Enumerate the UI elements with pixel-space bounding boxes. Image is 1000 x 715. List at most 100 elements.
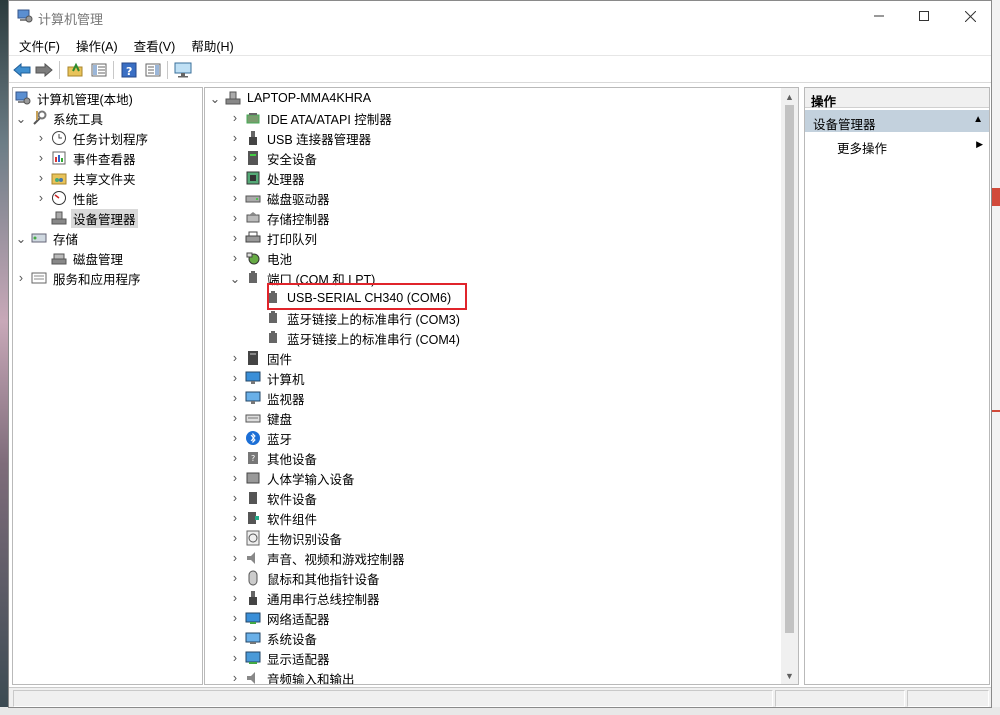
device-category[interactable]: › 生物识别设备	[229, 528, 344, 548]
device-category[interactable]: › 系统设备	[229, 628, 319, 648]
device-category-icon	[245, 370, 261, 386]
port-device[interactable]: 蓝牙链接上的标准串行 (COM3)	[261, 308, 462, 328]
device-label: 人体学输入设备	[267, 472, 355, 487]
chevron-right-icon[interactable]: ›	[229, 228, 241, 248]
device-category[interactable]: › 存储控制器	[229, 208, 332, 228]
chevron-right-icon[interactable]: ›	[229, 448, 241, 468]
device-category[interactable]: › 打印队列	[229, 228, 319, 248]
chevron-down-icon[interactable]: ⌄	[209, 88, 221, 108]
chevron-right-icon[interactable]: ›	[229, 168, 241, 188]
chevron-right-icon[interactable]: ›	[229, 648, 241, 668]
up-folder-icon[interactable]	[64, 59, 86, 81]
device-category[interactable]: › 通用串行总线控制器	[229, 588, 382, 608]
chevron-right-icon[interactable]: ›	[35, 148, 47, 168]
tree-item-performance[interactable]: › 性能	[35, 188, 100, 208]
tree-item-device-manager[interactable]: 设备管理器	[47, 208, 138, 228]
device-category[interactable]: › 安全设备	[229, 148, 319, 168]
chevron-down-icon[interactable]: ⌄	[15, 108, 27, 128]
vertical-scrollbar[interactable]: ▲ ▼	[781, 88, 798, 684]
chevron-right-icon[interactable]: ›	[229, 248, 241, 268]
device-category[interactable]: › 蓝牙	[229, 428, 294, 448]
device-category[interactable]: › 网络适配器	[229, 608, 332, 628]
desktop-background-bottom	[0, 707, 1000, 715]
device-category[interactable]: › USB 连接器管理器	[229, 128, 373, 148]
device-category[interactable]: ›? 其他设备	[229, 448, 319, 468]
close-button[interactable]	[947, 1, 991, 31]
tree-item-shared-folders[interactable]: › 共享文件夹	[35, 168, 138, 188]
device-category[interactable]: › 声音、视频和游戏控制器	[229, 548, 407, 568]
scroll-down-icon[interactable]: ▼	[781, 667, 798, 684]
device-category[interactable]: › 软件组件	[229, 508, 319, 528]
status-cell	[13, 690, 773, 707]
help-icon[interactable]: ?	[118, 59, 140, 81]
device-category[interactable]: › 处理器	[229, 168, 307, 188]
chevron-right-icon[interactable]: ›	[229, 188, 241, 208]
chevron-right-icon[interactable]: ›	[35, 188, 47, 208]
chevron-right-icon[interactable]: ›	[229, 388, 241, 408]
tree-item-services-apps[interactable]: › 服务和应用程序	[15, 268, 143, 288]
chevron-right-icon[interactable]: ›	[229, 208, 241, 228]
chevron-right-icon[interactable]: ›	[229, 628, 241, 648]
device-category[interactable]: › 磁盘驱动器	[229, 188, 332, 208]
chevron-down-icon[interactable]: ⌄	[229, 268, 241, 288]
device-category[interactable]: › 键盘	[229, 408, 294, 428]
device-category[interactable]: › 固件	[229, 348, 294, 368]
actions-section-device-manager[interactable]: 设备管理器 ▲	[805, 110, 989, 132]
chevron-right-icon[interactable]: ›	[35, 128, 47, 148]
device-category[interactable]: › 电池	[229, 248, 294, 268]
chevron-down-icon[interactable]: ⌄	[15, 228, 27, 248]
back-arrow-icon[interactable]	[11, 59, 33, 81]
chevron-right-icon[interactable]: ›	[229, 488, 241, 508]
chevron-right-icon[interactable]: ›	[229, 528, 241, 548]
chevron-right-icon[interactable]: ›	[229, 348, 241, 368]
chevron-right-icon[interactable]: ›	[229, 608, 241, 628]
menu-file[interactable]: 文件(F)	[11, 33, 68, 55]
chevron-right-icon[interactable]: ›	[15, 268, 27, 288]
chevron-right-icon[interactable]: ›	[229, 408, 241, 428]
chevron-right-icon[interactable]: ›	[229, 508, 241, 528]
minimize-button[interactable]	[856, 1, 902, 31]
device-category[interactable]: › 监视器	[229, 388, 307, 408]
tree-item-storage[interactable]: ⌄ 存储	[15, 228, 80, 248]
menu-view[interactable]: 查看(V)	[126, 33, 184, 55]
chevron-right-icon[interactable]: ›	[35, 168, 47, 188]
device-category[interactable]: › IDE ATA/ATAPI 控制器	[229, 108, 394, 128]
properties-view-icon[interactable]	[142, 59, 164, 81]
monitor-icon[interactable]	[172, 59, 194, 81]
show-hide-tree-icon[interactable]	[88, 59, 110, 81]
tree-item-event-viewer[interactable]: › 事件查看器	[35, 148, 138, 168]
chevron-right-icon[interactable]: ›	[229, 428, 241, 448]
chevron-right-icon[interactable]: ›	[229, 568, 241, 588]
tree-item-root[interactable]: 计算机管理(本地)	[15, 88, 135, 108]
chevron-right-icon[interactable]: ›	[229, 548, 241, 568]
device-category[interactable]: › 鼠标和其他指针设备	[229, 568, 382, 588]
device-category[interactable]: › 计算机	[229, 368, 307, 388]
scrollbar-thumb[interactable]	[785, 105, 794, 633]
chevron-right-icon[interactable]: ›	[229, 588, 241, 608]
device-tree-root[interactable]: ⌄ LAPTOP-MMA4KHRA	[209, 88, 373, 108]
more-actions-item[interactable]: 更多操作 ▶	[805, 134, 989, 156]
chevron-right-icon[interactable]: ›	[229, 468, 241, 488]
chevron-right-icon[interactable]: ›	[229, 368, 241, 388]
device-category-icon: ?	[245, 450, 261, 466]
tree-item-task-scheduler[interactable]: › 任务计划程序	[35, 128, 150, 148]
chevron-right-icon[interactable]: ›	[229, 668, 241, 684]
device-category[interactable]: › 音频输入和输出	[229, 668, 357, 684]
collapse-up-icon[interactable]: ▲	[973, 114, 983, 125]
forward-arrow-icon[interactable]	[33, 59, 55, 81]
device-category[interactable]: › 显示适配器	[229, 648, 332, 668]
port-device[interactable]: 蓝牙链接上的标准串行 (COM4)	[261, 328, 462, 348]
chevron-right-icon[interactable]: ›	[229, 128, 241, 148]
tree-item-system-tools[interactable]: ⌄ 系统工具	[15, 108, 105, 128]
menu-help[interactable]: 帮助(H)	[183, 33, 241, 55]
device-category-icon	[245, 210, 261, 226]
tree-item-disk-management[interactable]: 磁盘管理	[47, 248, 125, 268]
device-category[interactable]: › 人体学输入设备	[229, 468, 357, 488]
maximize-button[interactable]	[901, 1, 947, 31]
device-label: USB 连接器管理器	[267, 132, 372, 147]
menu-action[interactable]: 操作(A)	[68, 33, 126, 55]
chevron-right-icon[interactable]: ›	[229, 148, 241, 168]
scroll-up-icon[interactable]: ▲	[781, 88, 798, 105]
device-category[interactable]: › 软件设备	[229, 488, 319, 508]
chevron-right-icon[interactable]: ›	[229, 108, 241, 128]
